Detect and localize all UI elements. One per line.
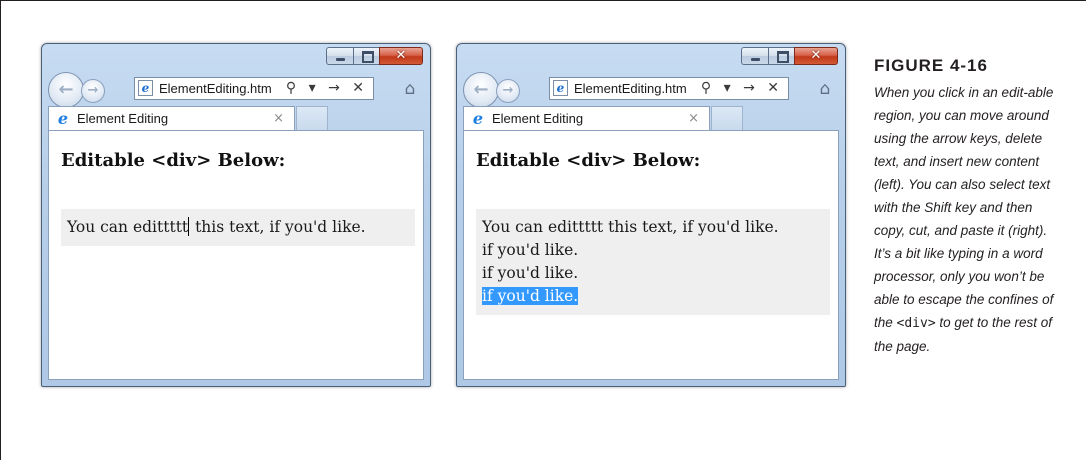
back-arrow-icon: ← xyxy=(473,79,489,100)
tab-close-icon[interactable]: × xyxy=(688,107,699,130)
back-button[interactable]: ← xyxy=(48,72,84,108)
minimize-button[interactable] xyxy=(326,47,353,65)
text-caret xyxy=(188,217,190,236)
maximize-icon xyxy=(362,51,374,63)
back-button[interactable]: ← xyxy=(463,72,499,108)
minimize-button[interactable] xyxy=(741,47,768,65)
editable-line: if you'd like. xyxy=(482,241,579,259)
forward-button[interactable]: → xyxy=(496,79,520,103)
page-content: Editable <div> Below: You can edittttt t… xyxy=(48,130,424,380)
address-tools-icons[interactable]: ⚲ ▾ → ✕ xyxy=(701,78,783,99)
caption-text: When you click in an edit-able region, y… xyxy=(874,85,1054,330)
address-text[interactable]: ElementEditing.htm xyxy=(159,78,299,99)
address-text[interactable]: ElementEditing.htm xyxy=(574,78,714,99)
caption-code: <div> xyxy=(896,316,936,331)
back-arrow-icon: ← xyxy=(58,79,74,100)
close-icon: ✕ xyxy=(395,48,407,63)
editable-text-before-caret: You can edittttt xyxy=(67,218,189,236)
tab-label: Element Editing xyxy=(492,111,584,126)
browser-window-left: ✕ ← → e ElementEditing.htm ⚲ ▾ → ✕ ⌂ e E… xyxy=(41,43,431,387)
address-bar[interactable]: e ElementEditing.htm ⚲ ▾ → ✕ xyxy=(134,77,374,100)
ie-logo-icon: e xyxy=(57,109,69,128)
ie-page-icon: e xyxy=(138,80,153,96)
editable-line: You can edittttt this text, if you'd lik… xyxy=(482,218,779,236)
new-tab-button[interactable] xyxy=(296,106,328,130)
page-heading: Editable <div> Below: xyxy=(476,150,701,171)
home-icon[interactable]: ⌂ xyxy=(400,79,420,99)
page-border-left xyxy=(0,0,1,460)
editable-text-after-caret: this text, if you'd like. xyxy=(190,218,366,236)
forward-button[interactable]: → xyxy=(81,79,105,103)
minimize-icon xyxy=(751,58,760,61)
minimize-icon xyxy=(336,58,345,61)
page-heading: Editable <div> Below: xyxy=(61,150,286,171)
editable-div[interactable]: You can edittttt this text, if you'd lik… xyxy=(61,209,415,246)
figure-label: FIGURE 4-16 xyxy=(874,56,988,75)
close-window-button[interactable]: ✕ xyxy=(379,47,423,65)
maximize-icon xyxy=(777,51,789,63)
tab-close-icon[interactable]: × xyxy=(273,107,284,130)
ie-page-icon: e xyxy=(553,80,568,96)
address-tools-icons[interactable]: ⚲ ▾ → ✕ xyxy=(286,78,368,99)
figure-caption: When you click in an edit-able region, y… xyxy=(874,81,1066,358)
editable-div[interactable]: You can edittttt this text, if you'd lik… xyxy=(476,209,830,315)
tab-element-editing[interactable]: e Element Editing × xyxy=(48,106,295,130)
address-bar[interactable]: e ElementEditing.htm ⚲ ▾ → ✕ xyxy=(549,77,789,100)
new-tab-button[interactable] xyxy=(711,106,743,130)
selected-text: if you'd like. xyxy=(482,287,579,305)
forward-arrow-icon: → xyxy=(87,83,99,98)
close-icon: ✕ xyxy=(810,48,822,63)
editable-line: if you'd like. xyxy=(482,264,579,282)
page-content: Editable <div> Below: You can edittttt t… xyxy=(463,130,839,380)
maximize-button[interactable] xyxy=(768,47,794,65)
tab-element-editing[interactable]: e Element Editing × xyxy=(463,106,710,130)
ie-logo-icon: e xyxy=(472,109,484,128)
page-border-top xyxy=(0,0,1086,1)
close-window-button[interactable]: ✕ xyxy=(794,47,838,65)
maximize-button[interactable] xyxy=(353,47,379,65)
selected-line: if you'd like. xyxy=(482,285,824,308)
tab-label: Element Editing xyxy=(77,111,169,126)
window-caption-buttons: ✕ xyxy=(741,47,838,65)
home-icon[interactable]: ⌂ xyxy=(815,79,835,99)
forward-arrow-icon: → xyxy=(502,83,514,98)
browser-window-right: ✕ ← → e ElementEditing.htm ⚲ ▾ → ✕ ⌂ e E… xyxy=(456,43,846,387)
window-caption-buttons: ✕ xyxy=(326,47,423,65)
